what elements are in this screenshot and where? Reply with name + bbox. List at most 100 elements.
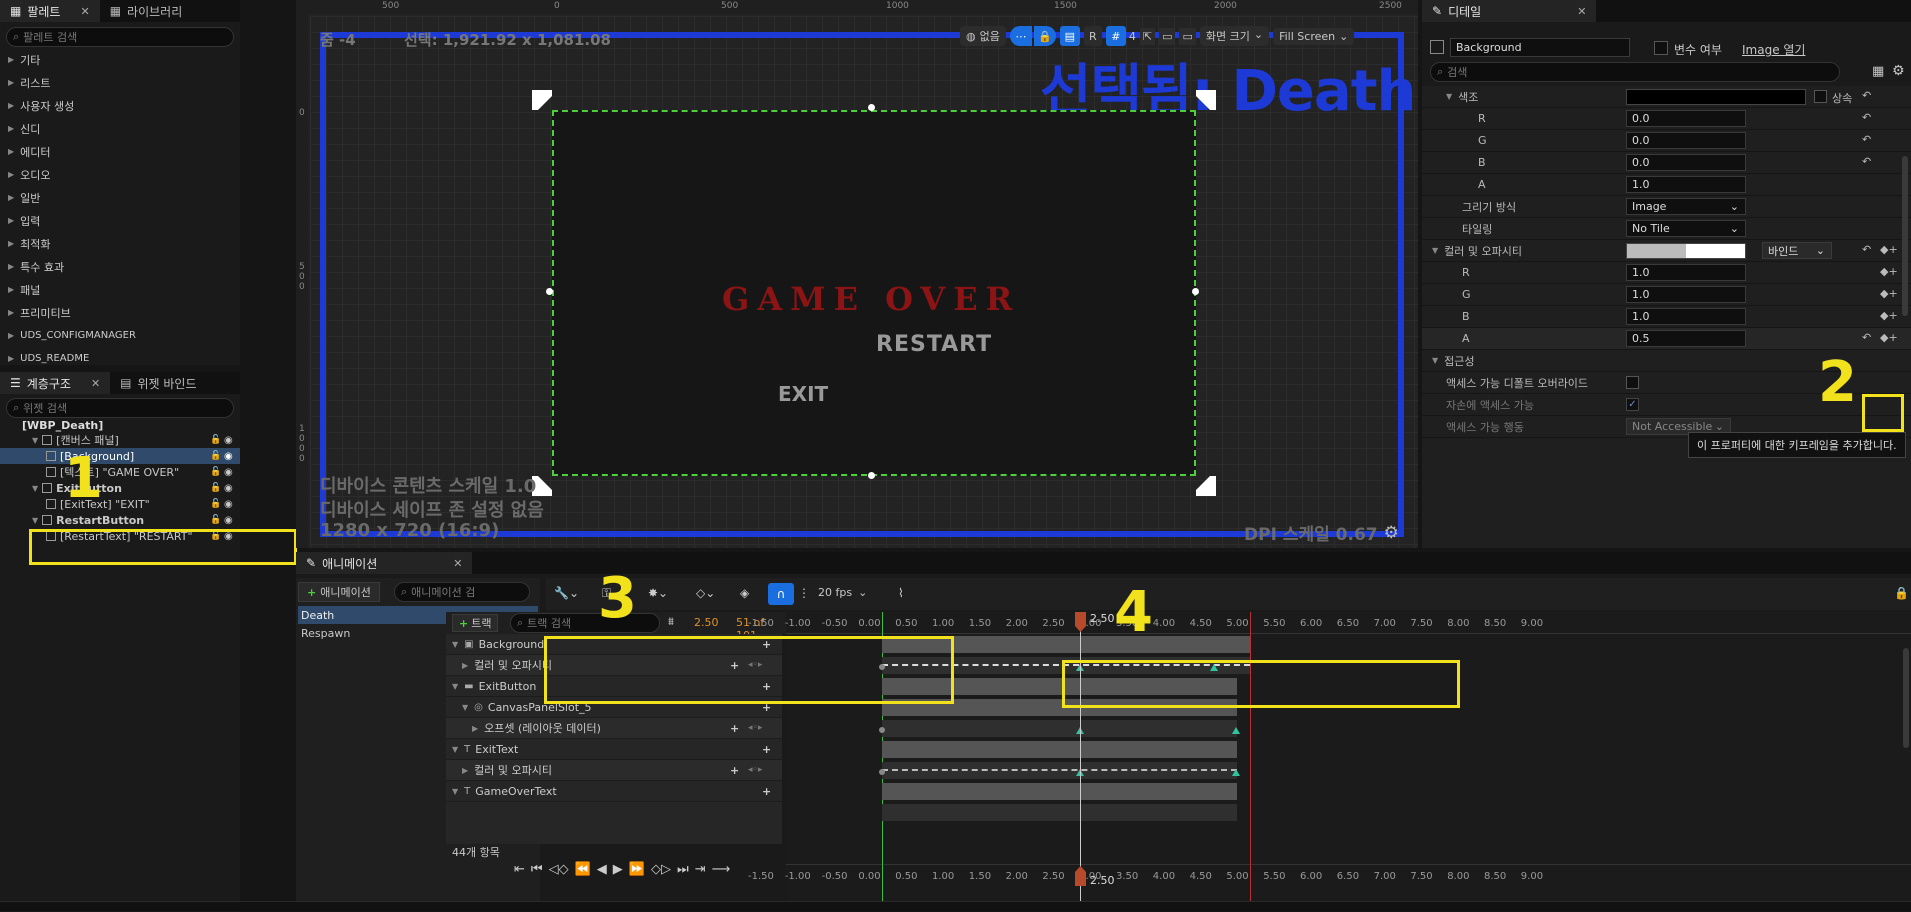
palette-category[interactable]: ▶ 최적화 (0, 232, 240, 255)
close-icon[interactable]: ✕ (1577, 5, 1586, 18)
expand-arrow-icon[interactable]: ▶ (472, 724, 478, 733)
jump-start-icon[interactable]: ⇤ (514, 862, 525, 877)
co-r-field[interactable]: 1.0 (1626, 264, 1746, 281)
localization-button[interactable]: ◍ 없음 (960, 26, 1006, 46)
palette-search-input[interactable] (19, 30, 233, 44)
hierarchy-item[interactable]: [ExitText] "EXIT" 🔓 ◉ (0, 496, 240, 512)
expand-arrow-icon[interactable]: ▼ (452, 745, 458, 754)
lock-icon[interactable]: 🔒 (1894, 586, 1909, 600)
plus-icon[interactable]: + (730, 722, 739, 735)
keyframe-nav-icon[interactable]: ◂◦▸ (748, 765, 762, 775)
eye-icon[interactable]: ◉ (224, 451, 233, 462)
add-keyframe-icon[interactable]: ◆+ (1880, 265, 1898, 278)
wrench-icon[interactable]: 🔧⌄ (554, 586, 579, 600)
exittext-section[interactable] (882, 741, 1237, 758)
palette-category[interactable]: ▶ 패널 (0, 278, 240, 301)
diamond-icon[interactable]: ◇⌄ (696, 586, 715, 600)
expand-arrow-icon[interactable]: ▼ (462, 703, 468, 712)
tab-hierarchy[interactable]: ☰ 계층구조 ✕ (0, 372, 111, 394)
reset-icon[interactable]: ↶ (1862, 155, 1871, 168)
keyframe-start[interactable] (879, 727, 885, 733)
track-row[interactable]: ▼ T GameOverText + (446, 781, 782, 802)
inherit-checkbox[interactable] (1814, 90, 1827, 103)
tab-details[interactable]: ✎ 디테일 ✕ (1422, 0, 1597, 22)
reset-icon[interactable]: ↶ (1862, 111, 1871, 124)
color-opacity-row[interactable]: ▼ 컬러 및 오파시티 바인드 ⌄ ↶ ◆+ (1422, 240, 1911, 262)
gameovertext-sub-section[interactable] (882, 804, 1237, 821)
next-key-icon[interactable]: ⏭ (677, 862, 689, 877)
hierarchy-search[interactable]: ⌕ (6, 398, 234, 418)
lock-icon[interactable]: 🔓 (210, 435, 221, 445)
more-icon[interactable]: ⋮ (798, 586, 810, 600)
palette-category[interactable]: ▶ 신디 (0, 117, 240, 140)
add-keyframe-icon[interactable]: ◆+ (1880, 309, 1898, 322)
palette-search[interactable]: ⌕ (6, 27, 234, 47)
table-view-icon[interactable]: ▦ (1872, 64, 1884, 79)
tint-g-field[interactable]: 0.0 (1626, 132, 1746, 149)
tint-color-swatch[interactable] (1626, 89, 1806, 105)
toggle-group[interactable]: ⋯ 🔒 (1009, 26, 1056, 46)
timeline-area[interactable]: -1.50 -1.00 -0.50 0.00 0.50 1.00 1.50 2.00 2.50 3… (748, 612, 1911, 911)
close-icon[interactable]: ✕ (453, 557, 462, 570)
fps-dropdown[interactable]: 20 fps ⌄ (818, 586, 867, 599)
timeline-scrollbar[interactable] (1903, 648, 1909, 748)
palette-category[interactable]: ▶ 기타 (0, 48, 240, 71)
resize-handle[interactable] (868, 104, 875, 111)
hierarchy-root[interactable]: [WBP_Death] (22, 419, 103, 432)
gear-icon[interactable]: ⚙ (1384, 523, 1399, 543)
lock-icon[interactable]: 🔓 (210, 467, 221, 477)
add-animation-button[interactable]: + 애니메이션 (298, 582, 380, 602)
plus-icon[interactable]: + (730, 764, 739, 777)
widget-background[interactable]: GAME OVER RESTART EXIT (552, 110, 1196, 476)
image-icon-2[interactable]: ▭ (1179, 27, 1196, 45)
loop-icon[interactable]: ⟶ (712, 862, 731, 877)
track-row[interactable]: ▶ 오프셋 (레이아웃 데이터) + ◂◦▸ (446, 718, 782, 739)
open-image-link[interactable]: Image 열기 (1742, 41, 1805, 58)
prev-key-icon[interactable]: ⏮ (531, 862, 543, 877)
dotted-grid-toggle[interactable]: ⋯ (1009, 26, 1032, 46)
eye-icon[interactable]: ◉ (224, 515, 233, 526)
close-icon[interactable]: ✕ (80, 5, 89, 18)
details-search[interactable]: ⌕ (1430, 62, 1840, 82)
key-back-icon[interactable]: ◁◇ (549, 862, 569, 877)
eye-icon[interactable]: ◉ (224, 467, 233, 478)
co-b-field[interactable]: 1.0 (1626, 308, 1746, 325)
animation-search[interactable]: ⌕ (394, 582, 530, 602)
eye-icon[interactable]: ◉ (224, 435, 233, 446)
resize-handle[interactable] (868, 472, 875, 479)
keyframe[interactable] (1232, 727, 1240, 734)
track-row[interactable]: ▶ 컬러 및 오파시티 + ◂◦▸ (446, 760, 782, 781)
play-icon[interactable]: ▶ (613, 862, 623, 877)
tab-palette[interactable]: ▦ 팔레트 ✕ (0, 0, 100, 22)
step-forward-icon[interactable]: ⏩ (629, 862, 645, 877)
tiling-dropdown[interactable]: No Tile ⌄ (1626, 220, 1746, 237)
keyframe-nav-icon[interactable]: ◈ (740, 586, 749, 600)
acc-override-checkbox[interactable] (1626, 376, 1639, 389)
expand-arrow-icon[interactable]: ▶ (462, 766, 468, 775)
bind-dropdown[interactable]: 바인드 ⌄ (1762, 242, 1832, 259)
dpi-scale-label[interactable]: DPI 스케일 0.67 ⚙ (1244, 520, 1399, 546)
plus-icon[interactable]: + (762, 785, 771, 798)
play-reverse-icon[interactable]: ◀ (597, 862, 607, 877)
co-g-field[interactable]: 1.0 (1626, 286, 1746, 303)
close-icon[interactable]: ✕ (91, 377, 100, 390)
hierarchy-item[interactable]: [Background] 🔓 ◉ (0, 448, 240, 464)
keyframe-start[interactable] (879, 769, 885, 775)
expand-arrow-icon[interactable]: ▼ (452, 640, 458, 649)
lock-toggle[interactable]: 🔒 (1033, 26, 1056, 46)
details-search-input[interactable] (1443, 65, 1839, 79)
add-keyframe-icon[interactable]: ◆+ (1880, 243, 1898, 256)
lock-icon[interactable]: 🔓 (210, 451, 221, 461)
spark-icon[interactable]: ✸⌄ (648, 586, 668, 600)
screen-size-dropdown[interactable]: 화면 크기 ⌄ (1199, 26, 1270, 46)
curve-editor-icon[interactable]: ⌇ (898, 586, 904, 600)
plus-icon[interactable]: + (762, 743, 771, 756)
layout-toggle[interactable]: ▤ (1059, 26, 1080, 46)
track-search[interactable]: ⌕ (510, 613, 660, 633)
color-opacity-swatch[interactable] (1626, 243, 1746, 259)
palette-category[interactable]: ▶ UDS_CONFIGMANAGER (0, 324, 240, 347)
cursor-icon[interactable]: ⇱ (1139, 27, 1156, 45)
palette-category[interactable]: ▶ 리스트 (0, 71, 240, 94)
resize-handle[interactable] (1192, 288, 1199, 295)
reset-icon[interactable]: ↶ (1862, 243, 1871, 256)
